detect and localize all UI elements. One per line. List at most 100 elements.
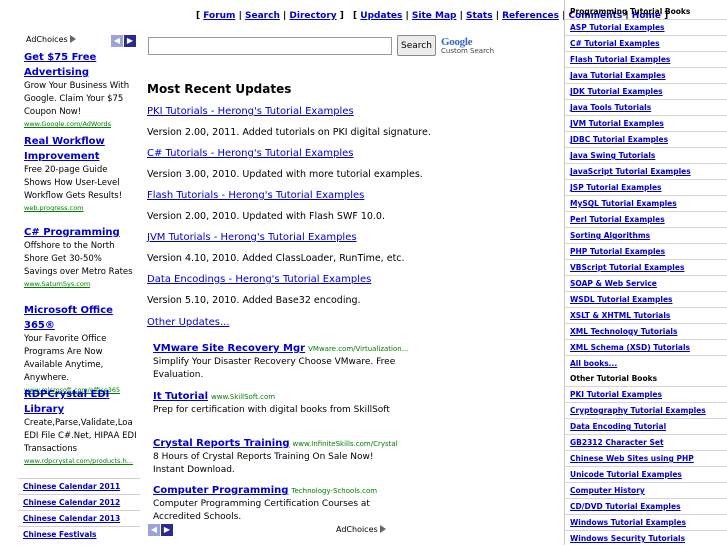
next-ad-arrow-icon[interactable]: ▶: [124, 35, 136, 47]
sidebar-book-link[interactable]: Sorting Algorithms: [565, 227, 727, 243]
update-link[interactable]: Flash Tutorials - Herong's Tutorial Exam…: [147, 190, 364, 201]
search-button[interactable]: Search: [397, 35, 436, 56]
nav-search-link[interactable]: Search: [245, 11, 280, 21]
adchoices-text: AdChoices: [26, 35, 68, 44]
sidebar-book-link[interactable]: Windows Tutorial Examples: [565, 514, 727, 530]
nav-forum-link[interactable]: Forum: [203, 11, 235, 21]
left-ad: Get $75 Free Advertising Grow Your Busin…: [24, 50, 137, 129]
sidebar-book-link[interactable]: Data Encoding Tutorial: [565, 418, 727, 434]
sidebar-book-link[interactable]: C# Tutorial Examples: [565, 35, 727, 51]
other-updates-link[interactable]: Other Updates...: [147, 317, 230, 328]
sidebar-book-link[interactable]: Perl Tutorial Examples: [565, 211, 727, 227]
content-ad: Computer Programming Technology-Schools.c…: [153, 478, 403, 523]
right-sidebar: Programming Tutorial Books ASP Tutorial …: [564, 0, 727, 545]
sidebar-all-books-link[interactable]: All books...: [565, 355, 727, 371]
content-adchoices-label[interactable]: AdChoices: [336, 525, 386, 534]
content-ad-url[interactable]: www.InfiniteSkills.com/Crystal: [293, 440, 398, 448]
sidebar-book-link[interactable]: JDK Tutorial Examples: [565, 83, 727, 99]
left-link-list: Chinese Calendar 2011 Chinese Calendar 2…: [18, 478, 140, 542]
update-link[interactable]: C# Tutorials - Herong's Tutorial Example…: [147, 148, 354, 159]
sidebar-book-link[interactable]: SOAP & Web Service: [565, 275, 727, 291]
content-ad-body: Computer Programming Certification Cours…: [153, 499, 370, 522]
left-link-item[interactable]: Chinese Calendar 2012: [18, 494, 140, 510]
left-ad-url[interactable]: www.Google.com/AdWords: [24, 119, 137, 129]
content-adchoices-icon: [379, 525, 386, 533]
sidebar-book-link[interactable]: ASP Tutorial Examples: [565, 19, 727, 35]
sidebar-book-link[interactable]: JVM Tutorial Examples: [565, 115, 727, 131]
update-description: Version 4.10, 2010. Added ClassLoader, R…: [147, 253, 405, 264]
next-content-ad-arrow-icon[interactable]: ▶: [161, 524, 173, 536]
sidebar-book-link[interactable]: Computer History: [565, 482, 727, 498]
update-link[interactable]: JVM Tutorials - Herong's Tutorial Exampl…: [147, 232, 357, 243]
left-ad-url[interactable]: www.SaturnSys.com: [24, 279, 137, 289]
left-ad-title[interactable]: Real Workflow Improvement: [24, 134, 137, 164]
update-link[interactable]: PKI Tutorials - Herong's Tutorial Exampl…: [147, 106, 354, 117]
sidebar-book-link[interactable]: PHP Tutorial Examples: [565, 243, 727, 259]
sidebar-book-link[interactable]: Unicode Tutorial Examples: [565, 466, 727, 482]
nav-updates-link[interactable]: Updates: [360, 11, 402, 21]
adchoices-label[interactable]: AdChoices: [26, 35, 76, 44]
nav-references-link[interactable]: References: [502, 11, 559, 21]
left-ad-url[interactable]: web.progress.com: [24, 203, 137, 213]
content-ad-title[interactable]: It Tutorial: [153, 391, 208, 402]
left-ad: Real Workflow Improvement Free 20-page G…: [24, 134, 137, 213]
content-ad-url[interactable]: Technology-Schools.com: [291, 487, 377, 495]
sidebar-book-link[interactable]: Chinese Web Sites using PHP: [565, 450, 727, 466]
left-ad-body: Create,Parse,Validate,Loa EDI File C#.Ne…: [24, 418, 137, 454]
sidebar-book-link[interactable]: Windows Security Tutorials: [565, 530, 727, 546]
sidebar-book-link[interactable]: JSP Tutorial Examples: [565, 179, 727, 195]
content-ad: Crystal Reports Training www.InfiniteSkil…: [153, 431, 403, 476]
content-ad: It Tutorial www.SkillSoft.com Prep for ce…: [153, 384, 403, 417]
sidebar-book-link[interactable]: Flash Tutorial Examples: [565, 51, 727, 67]
left-link-item[interactable]: Chinese Calendar 2011: [18, 478, 140, 494]
prev-content-ad-arrow-icon[interactable]: ◀: [148, 524, 160, 536]
content-ad-url[interactable]: www.SkillSoft.com: [211, 393, 275, 401]
content-ad: VMware Site Recovery Mgr VMware.com/Virtu…: [153, 336, 408, 381]
content-ad-url[interactable]: VMware.com/Virtualization...: [308, 345, 408, 353]
left-ad-body: Your Favorite Office Programs Are Now Av…: [24, 334, 107, 383]
nav-sitemap-link[interactable]: Site Map: [412, 11, 457, 21]
nav-group-1: [ Forum | Search | Directory ]: [196, 11, 344, 21]
left-ad-title[interactable]: Microsoft Office 365®: [24, 303, 137, 333]
left-ad-body: Grow Your Business With Google. Claim Yo…: [24, 81, 130, 117]
sidebar-book-link[interactable]: Java Tools Tutorials: [565, 99, 727, 115]
sidebar-book-link[interactable]: CD/DVD Tutorial Examples: [565, 498, 727, 514]
content-ad-body: Prep for certification with digital book…: [153, 405, 390, 415]
prev-ad-arrow-icon[interactable]: ◀: [111, 35, 123, 47]
nav-directory-link[interactable]: Directory: [289, 11, 336, 21]
left-ad-body: Free 20-page Guide Shows How User-Level …: [24, 165, 123, 201]
content-ad-title[interactable]: VMware Site Recovery Mgr: [153, 343, 305, 354]
left-ad-title[interactable]: Get $75 Free Advertising: [24, 50, 137, 80]
update-description: Version 2.00, 2011. Added tutorials on P…: [147, 127, 431, 138]
left-ad: RDPCrystal EDI Library Create,Parse,Vali…: [24, 387, 137, 466]
adchoices-icon: [69, 35, 76, 43]
sidebar-book-link[interactable]: MySQL Tutorial Examples: [565, 195, 727, 211]
sidebar-book-link[interactable]: XML Technology Tutorials: [565, 323, 727, 339]
left-ad-title[interactable]: RDPCrystal EDI Library: [24, 387, 137, 417]
sidebar-book-link[interactable]: Cryptography Tutorial Examples: [565, 402, 727, 418]
update-description: Version 2.00, 2010. Updated with Flash S…: [147, 211, 385, 222]
sidebar-book-link[interactable]: WSDL Tutorial Examples: [565, 291, 727, 307]
sidebar-book-link[interactable]: XML Schema (XSD) Tutorials: [565, 339, 727, 355]
content-ad-title[interactable]: Crystal Reports Training: [153, 438, 290, 449]
content-ad-title[interactable]: Computer Programming: [153, 485, 288, 496]
search-input[interactable]: [148, 37, 392, 55]
left-ad-title[interactable]: C# Programming: [24, 225, 137, 240]
other-books-heading: Other Tutorial Books: [570, 374, 658, 383]
left-link-item[interactable]: Chinese Calendar 2013: [18, 510, 140, 526]
programming-books-list: ASP Tutorial Examples C# Tutorial Exampl…: [565, 19, 727, 371]
sidebar-book-link[interactable]: PKI Tutorial Examples: [565, 386, 727, 402]
sidebar-book-link[interactable]: JDBC Tutorial Examples: [565, 131, 727, 147]
sidebar-book-link[interactable]: Java Tutorial Examples: [565, 67, 727, 83]
sidebar-book-link[interactable]: VBScript Tutorial Examples: [565, 259, 727, 275]
left-ad-url[interactable]: www.rdpcrystal.com/products.h...: [24, 456, 137, 466]
content-ad-body: 8 Hours of Crystal Reports Training On S…: [153, 452, 374, 475]
sidebar-book-link[interactable]: GB2312 Character Set: [565, 434, 727, 450]
nav-stats-link[interactable]: Stats: [466, 11, 493, 21]
sidebar-book-link[interactable]: JavaScript Tutorial Examples: [565, 163, 727, 179]
update-description: Version 3.00, 2010. Updated with more tu…: [147, 169, 423, 180]
sidebar-book-link[interactable]: Java Swing Tutorials: [565, 147, 727, 163]
update-link[interactable]: Data Encodings - Herong's Tutorial Examp…: [147, 274, 371, 285]
sidebar-book-link[interactable]: XSLT & XHTML Tutorials: [565, 307, 727, 323]
left-link-item[interactable]: Chinese Festivals: [18, 526, 140, 542]
